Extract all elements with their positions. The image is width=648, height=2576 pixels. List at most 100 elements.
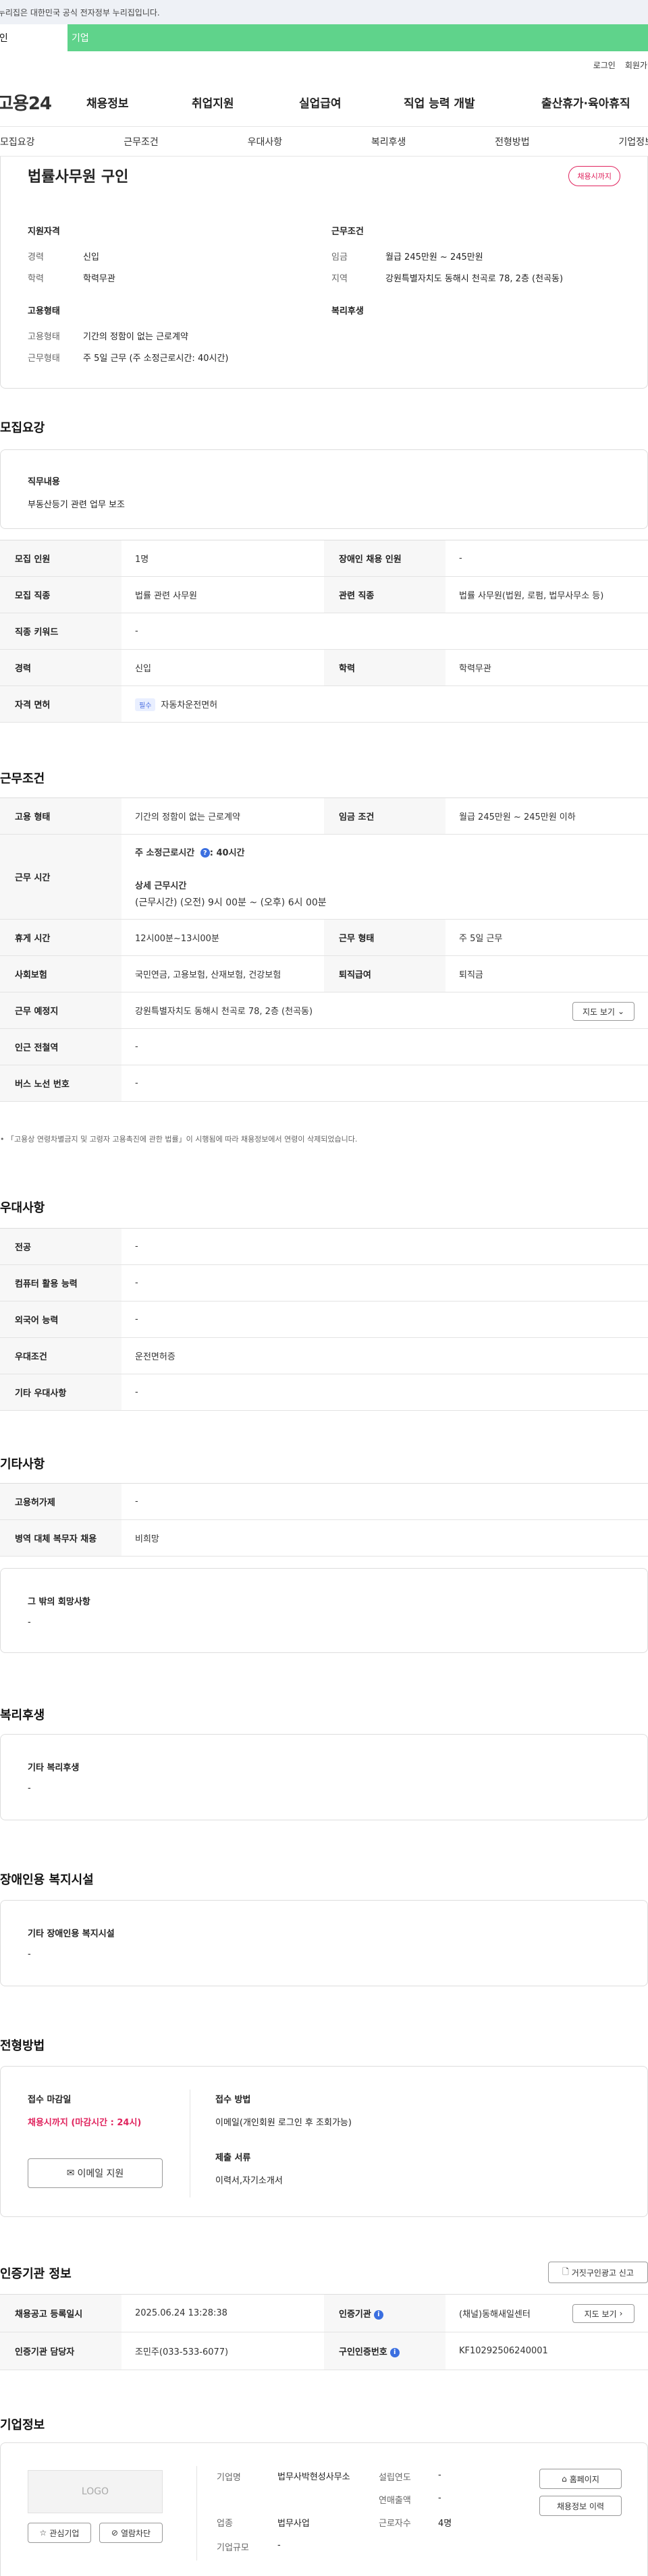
required-badge: 필수: [135, 698, 156, 711]
method-label: 접수 방법: [215, 2095, 251, 2105]
homepage-button[interactable]: ⌂ 홈페이지: [539, 2469, 622, 2489]
severance-label: 퇴직급여: [324, 955, 446, 992]
etc-section-title: 기타사항: [0, 1457, 45, 1472]
job-history-button[interactable]: 채용정보 이력: [539, 2496, 622, 2516]
gnb-item-skills[interactable]: 직업 능력 개발: [404, 94, 475, 111]
cert-person-label: 인증기관 담당자: [0, 2332, 122, 2370]
work-section-title: 근무조건: [0, 772, 45, 786]
subnav-company[interactable]: 기업정보: [618, 135, 648, 148]
chevron-down-icon: ⌄: [617, 1007, 625, 1016]
info-icon[interactable]: i: [373, 2309, 383, 2320]
scale-value: -: [277, 2540, 281, 2550]
info-icon[interactable]: ?: [200, 848, 210, 858]
career-label: 경력: [0, 649, 122, 686]
hours-weekly-value: : 40시간: [209, 847, 245, 858]
company-divider: [196, 2466, 197, 2560]
star-icon: ☆: [39, 2528, 47, 2538]
welfare-label: 기타 복리후생: [28, 1763, 80, 1773]
table-row: 인증기관 담당자 조민주(033-533-6077) 구인인증번호 i KF102…: [0, 2332, 648, 2370]
interest-company-button[interactable]: ☆ 관심기업: [28, 2523, 91, 2543]
prefer-table: 전공 - 컴퓨터 활용 능력 - 외국어 능력 - 우대조건 운전면허증 기타 우대사항…: [0, 1228, 648, 1411]
hours-detail-label: 상세 근무시간: [135, 880, 187, 891]
military-value: 비희망: [122, 1519, 648, 1557]
subnav-selection[interactable]: 전형방법: [495, 135, 530, 148]
work-table: 고용 형태 기간의 정함이 없는 근로계약 임금 조건 월급 245만원 ~ 2…: [0, 797, 648, 1102]
cond-wage-value: 월급 245만원 ~ 245만원: [385, 252, 483, 262]
welfare-card: 기타 복리후생 -: [0, 1734, 648, 1820]
hours-cell: 주 소정근로시간 ?: 40시간 상세 근무시간 (근무시간) (오전) 9시 …: [122, 834, 648, 920]
qual-career-label: 경력: [28, 252, 44, 262]
subnav-work[interactable]: 근무조건: [124, 135, 159, 148]
work-type-value: 주 5일 근무: [446, 919, 648, 956]
bus-label: 버스 노선 번호: [0, 1065, 122, 1102]
report-fake-ad-button[interactable]: 🗋 거짓구인광고 신고: [548, 2262, 648, 2283]
table-row: 직종 키워드 -: [0, 613, 648, 650]
hours-detail-value: (근무시간) (오전) 9시 00분 ~ (오후) 6시 00분: [135, 897, 327, 908]
interest-company-label: 관심기업: [49, 2528, 80, 2538]
cert-map-button[interactable]: 지도 보기 ›: [572, 2304, 634, 2323]
industry-value: 법무사업: [277, 2519, 310, 2529]
hours-weekly-label: 주 소정근로시간: [135, 847, 195, 858]
scale-label: 기업규모: [217, 2543, 249, 2553]
info-icon[interactable]: i: [389, 2347, 400, 2357]
table-row: 사회보험 국민연금, 고용보험, 산재보험, 건강보험 퇴직급여 퇴직금: [0, 955, 648, 992]
place-value: 강원특별자치도 동해시 천곡로 78, 2층 (천곡동): [135, 1007, 313, 1017]
emp-type-label: 고용형태: [28, 332, 60, 342]
table-row: 경력 신입 학력 학력무관: [0, 649, 648, 686]
permit-value: -: [122, 1483, 648, 1520]
permit-label: 고용허가제: [0, 1483, 122, 1520]
email-apply-button[interactable]: ✉ 이메일 지원: [28, 2158, 163, 2188]
company-logo-text: LOGO: [81, 2486, 109, 2497]
cert-map-button-label: 지도 보기: [584, 2309, 617, 2319]
founded-label: 설립연도: [379, 2473, 411, 2483]
prefer-etc-value: -: [122, 1374, 648, 1411]
gnb-item-parental-leave[interactable]: 출산휴가·육아휴직: [541, 94, 630, 111]
cert-org-value: (채널)동해새일센터: [459, 2309, 531, 2320]
employees-label: 근로자수: [379, 2519, 411, 2529]
gnb-item-employment-support[interactable]: 취업지원: [192, 94, 234, 111]
career-value: 신입: [122, 649, 324, 686]
license-label: 자격 면허: [0, 685, 122, 723]
gnb-item-jobs[interactable]: 채용정보: [86, 94, 129, 111]
reg-date-label: 채용공고 등록일시: [0, 2294, 122, 2332]
table-row: 휴게 시간 12시00분~13시00분 근무 형태 주 5일 근무: [0, 919, 648, 956]
subnav-recruit[interactable]: 모집요강: [0, 135, 35, 148]
subway-value: -: [122, 1028, 648, 1065]
status-badge: 채용시까지: [568, 166, 620, 186]
site-logo[interactable]: 고용24: [0, 90, 85, 115]
reg-date-value: 2025.06.24 13:28:38: [122, 2294, 324, 2332]
tab-personal[interactable]: 개인: [0, 24, 68, 51]
job-summary-card: 법률사무원 구인 채용시까지 지원자격 경력 신입 학력 학력무관 근무조건 임…: [0, 157, 648, 389]
home-icon: ⌂: [562, 2474, 567, 2484]
tab-personal-label: 개인: [0, 33, 8, 44]
join-link[interactable]: 회원가입: [625, 59, 648, 71]
table-row: 인근 전철역 -: [0, 1028, 648, 1065]
table-row: 버스 노선 번호 -: [0, 1065, 648, 1102]
table-row: 외국어 능력 -: [0, 1301, 648, 1338]
prefer-etc-label: 기타 우대사항: [0, 1374, 122, 1411]
document-icon: 🗋: [562, 2266, 569, 2276]
report-fake-ad-label: 거짓구인광고 신고: [571, 2268, 634, 2278]
subnav-welfare[interactable]: 복리후생: [371, 135, 406, 148]
disabled-label: 장애인 채용 인원: [324, 540, 446, 577]
duty-value: 부동산등기 관련 업무 보조: [28, 500, 125, 510]
work-map-button-label: 지도 보기: [582, 1007, 615, 1017]
work-map-button[interactable]: 지도 보기 ⌄: [572, 1002, 634, 1021]
disability-card: 기타 장애인용 복지시설 -: [0, 1900, 648, 1986]
block-view-button[interactable]: ⊘ 열람차단: [99, 2523, 163, 2543]
email-apply-label: 이메일 지원: [77, 2168, 124, 2179]
subnav-prefer[interactable]: 우대사항: [248, 135, 283, 148]
industry-label: 업종: [217, 2519, 233, 2529]
login-link[interactable]: 로그인: [593, 59, 616, 71]
welfare-section-title: 복리후생: [0, 1708, 45, 1723]
mail-icon: ✉: [66, 2168, 75, 2179]
qual-career-value: 신입: [83, 252, 99, 262]
gnb-item-unemployment[interactable]: 실업급여: [299, 94, 342, 111]
audience-tabs: 개인 기업: [0, 24, 648, 51]
table-row: 모집 직종 법률 관련 사무원 관련 직종 법률 사무원(법원, 로펌, 법무사…: [0, 576, 648, 613]
cert-org-label-cell: 인증기관 i: [324, 2294, 446, 2332]
employees-value: 4명: [438, 2519, 452, 2529]
tab-company[interactable]: 기업: [68, 24, 648, 51]
place-label: 근무 예정지: [0, 992, 122, 1029]
gov-banner: 이 누리집은 대한민국 공식 전자정부 누리집입니다.: [0, 0, 648, 24]
